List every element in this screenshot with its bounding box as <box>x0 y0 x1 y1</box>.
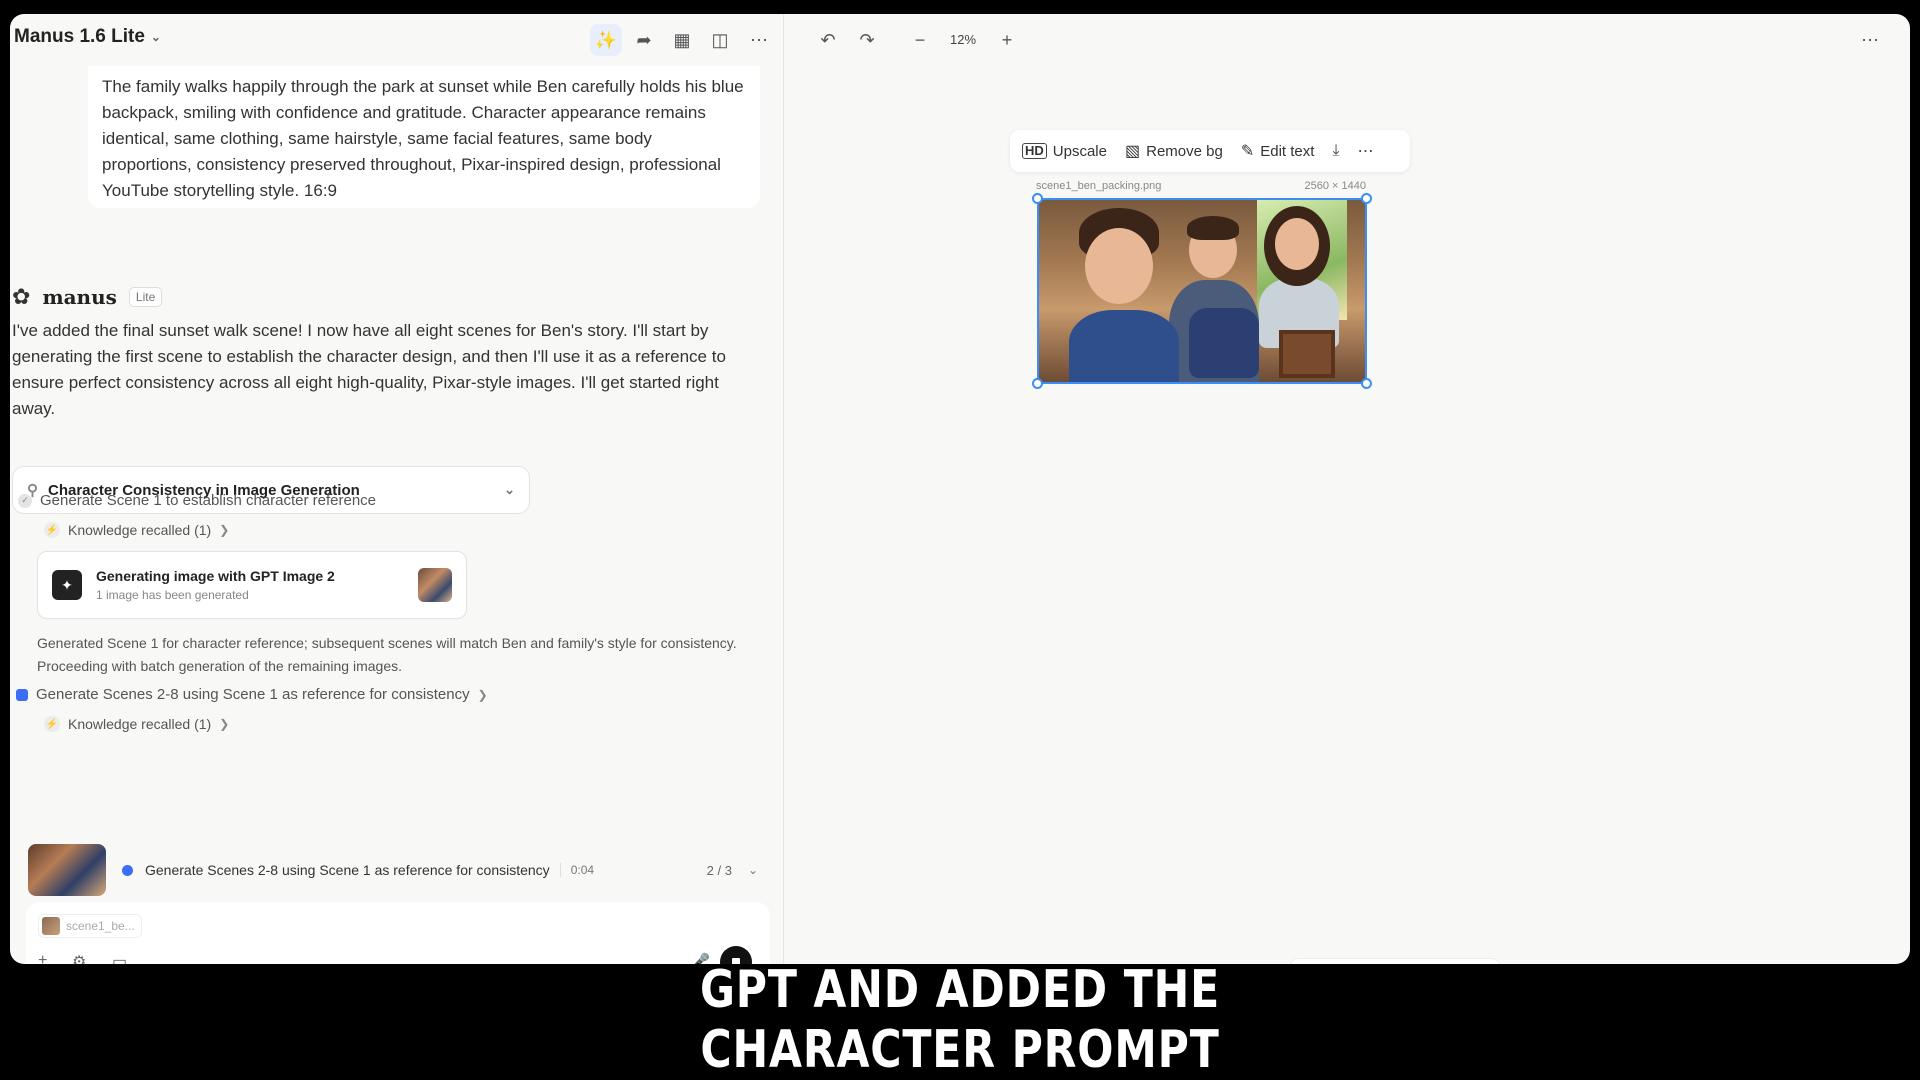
check-icon: ✓ <box>18 493 32 508</box>
step-label: Generate Scene 1 to establish character … <box>40 492 377 509</box>
upscale-label: Upscale <box>1052 142 1107 160</box>
status-page-indicator[interactable]: 2 / 3 <box>707 863 732 878</box>
pencil-icon: ✎ <box>1240 143 1255 160</box>
user-message: The family walks happily through the par… <box>88 66 760 208</box>
resize-handle[interactable] <box>1032 193 1043 204</box>
scene-photo-frame <box>1279 330 1335 378</box>
step-label: Generate Scenes 2-8 using Scene 1 as ref… <box>36 686 470 703</box>
tools-icon[interactable]: ⚙ <box>72 952 86 964</box>
attachment-thumbnail <box>42 917 60 935</box>
manus-logo-icon: ✿ <box>12 284 31 309</box>
more-icon[interactable]: ⋯ <box>1854 24 1886 56</box>
upscale-button[interactable]: HD Upscale <box>1022 143 1107 160</box>
more-icon[interactable]: ⋯ <box>1358 141 1374 161</box>
remove-bg-label: Remove bg <box>1146 142 1223 160</box>
share-icon[interactable]: ➦ <box>628 24 660 56</box>
image-toolbar: HD Upscale ▧ Remove bg ✎ Edit text ⤓ ⋯ <box>1010 130 1410 172</box>
plan-badge: Lite <box>128 287 163 307</box>
scene-mother-head <box>1275 218 1319 270</box>
message-composer[interactable]: scene1_be... + ⚙ ▭ 🎤 <box>26 902 770 964</box>
status-thumbnail[interactable] <box>28 844 106 896</box>
attachment-chip[interactable]: scene1_be... <box>38 914 142 938</box>
lightbulb-icon: ⚡ <box>44 522 60 538</box>
chat-panel: The family walks happily through the par… <box>10 66 783 964</box>
scene-boy-head <box>1085 228 1153 304</box>
status-text: Generate Scenes 2-8 using Scene 1 as ref… <box>145 862 550 878</box>
video-caption: GPT AND ADDED THE CHARACTER PROMPT <box>173 960 1747 1080</box>
model-name: Manus 1.6 Lite <box>14 26 145 47</box>
scene-backpack <box>1189 308 1259 378</box>
generation-card[interactable]: ✦ Generating image with GPT Image 2 1 im… <box>37 551 467 619</box>
remove-bg-button[interactable]: ▧ Remove bg <box>1125 141 1223 161</box>
zoom-out-icon[interactable]: − <box>904 24 936 56</box>
caption-line-1: GPT AND ADDED THE <box>699 960 1221 1020</box>
chevron-right-icon: ❯ <box>219 717 230 731</box>
chevron-down-icon[interactable]: ⌄ <box>504 482 515 498</box>
knowledge-recalled[interactable]: ⚡ Knowledge recalled (1) ❯ <box>44 522 229 538</box>
generation-title: Generating image with GPT Image 2 <box>96 568 335 584</box>
top-bar: Manus 1.6 Lite ⌄ ✨ ➦ ▦ ◫ ⋯ ↶ ↷ − 12% + ⋯ <box>10 14 1910 66</box>
generation-subtitle: 1 image has been generated <box>96 588 249 602</box>
image-meta: scene1_ben_packing.png 2560 × 1440 <box>1036 180 1366 192</box>
edit-text-label: Edit text <box>1260 142 1315 160</box>
zoom-level: 12% <box>950 32 977 47</box>
screen-icon[interactable]: ▭ <box>112 952 127 964</box>
chevron-down-icon[interactable]: ⌄ <box>748 863 758 877</box>
image-filename: scene1_ben_packing.png <box>1036 180 1162 192</box>
selected-image[interactable] <box>1032 193 1372 389</box>
task-status-bar[interactable]: Generate Scenes 2-8 using Scene 1 as ref… <box>28 838 768 902</box>
scene-illustration <box>1039 200 1365 382</box>
assistant-name: manus <box>42 285 117 309</box>
resize-handle[interactable] <box>1361 378 1372 389</box>
panel-divider <box>783 14 784 964</box>
app-window: Manus 1.6 Lite ⌄ ✨ ➦ ▦ ◫ ⋯ ↶ ↷ − 12% + ⋯… <box>10 14 1910 964</box>
scene-boy-body <box>1069 310 1179 382</box>
resize-handle[interactable] <box>1361 193 1372 204</box>
remove-bg-icon: ▧ <box>1124 143 1141 160</box>
caption-line-2: CHARACTER PROMPT <box>700 1020 1220 1080</box>
status-timer: 0:04 <box>559 863 594 877</box>
more-icon[interactable]: ⋯ <box>743 24 775 56</box>
assistant-header: ✿ manus Lite <box>12 284 163 310</box>
step-note: Generated Scene 1 for character referenc… <box>37 635 737 674</box>
add-icon[interactable]: + <box>38 952 47 964</box>
image-dimensions: 2560 × 1440 <box>1304 180 1366 192</box>
zoom-in-icon[interactable]: + <box>991 24 1023 56</box>
scene-father-hair <box>1187 216 1239 240</box>
generated-image-thumbnail[interactable] <box>418 568 452 602</box>
knowledge-label: Knowledge recalled (1) <box>68 716 212 732</box>
hd-icon: HD <box>1022 143 1047 159</box>
image-generation-icon: ✦ <box>52 570 82 600</box>
redo-icon[interactable]: ↷ <box>851 24 883 56</box>
in-progress-icon <box>16 688 28 701</box>
chart-icon[interactable]: ▦ <box>666 24 698 56</box>
resize-handle[interactable] <box>1032 378 1043 389</box>
edit-text-button[interactable]: ✎ Edit text <box>1241 141 1315 161</box>
knowledge-recalled[interactable]: ⚡ Knowledge recalled (1) ❯ <box>44 716 229 732</box>
progress-dot-icon <box>122 864 133 876</box>
step-item[interactable]: Generate Scenes 2-8 using Scene 1 as ref… <box>16 686 488 703</box>
chevron-down-icon: ⌄ <box>150 30 161 44</box>
chevron-right-icon: ❯ <box>477 687 488 702</box>
chevron-right-icon: ❯ <box>219 523 230 537</box>
undo-icon[interactable]: ↶ <box>812 24 844 56</box>
model-selector[interactable]: Manus 1.6 Lite ⌄ <box>14 26 161 48</box>
knowledge-label: Knowledge recalled (1) <box>68 522 212 538</box>
document-icon[interactable]: ◫ <box>704 24 736 56</box>
sparkle-icon[interactable]: ✨ <box>590 24 622 56</box>
download-icon[interactable]: ⤓ <box>1332 142 1339 160</box>
attachment-name: scene1_be... <box>66 919 135 933</box>
lightbulb-icon: ⚡ <box>44 716 60 732</box>
assistant-message: I've added the final sunset walk scene! … <box>12 321 726 418</box>
step-item[interactable]: ✓ Generate Scene 1 to establish characte… <box>18 492 376 509</box>
